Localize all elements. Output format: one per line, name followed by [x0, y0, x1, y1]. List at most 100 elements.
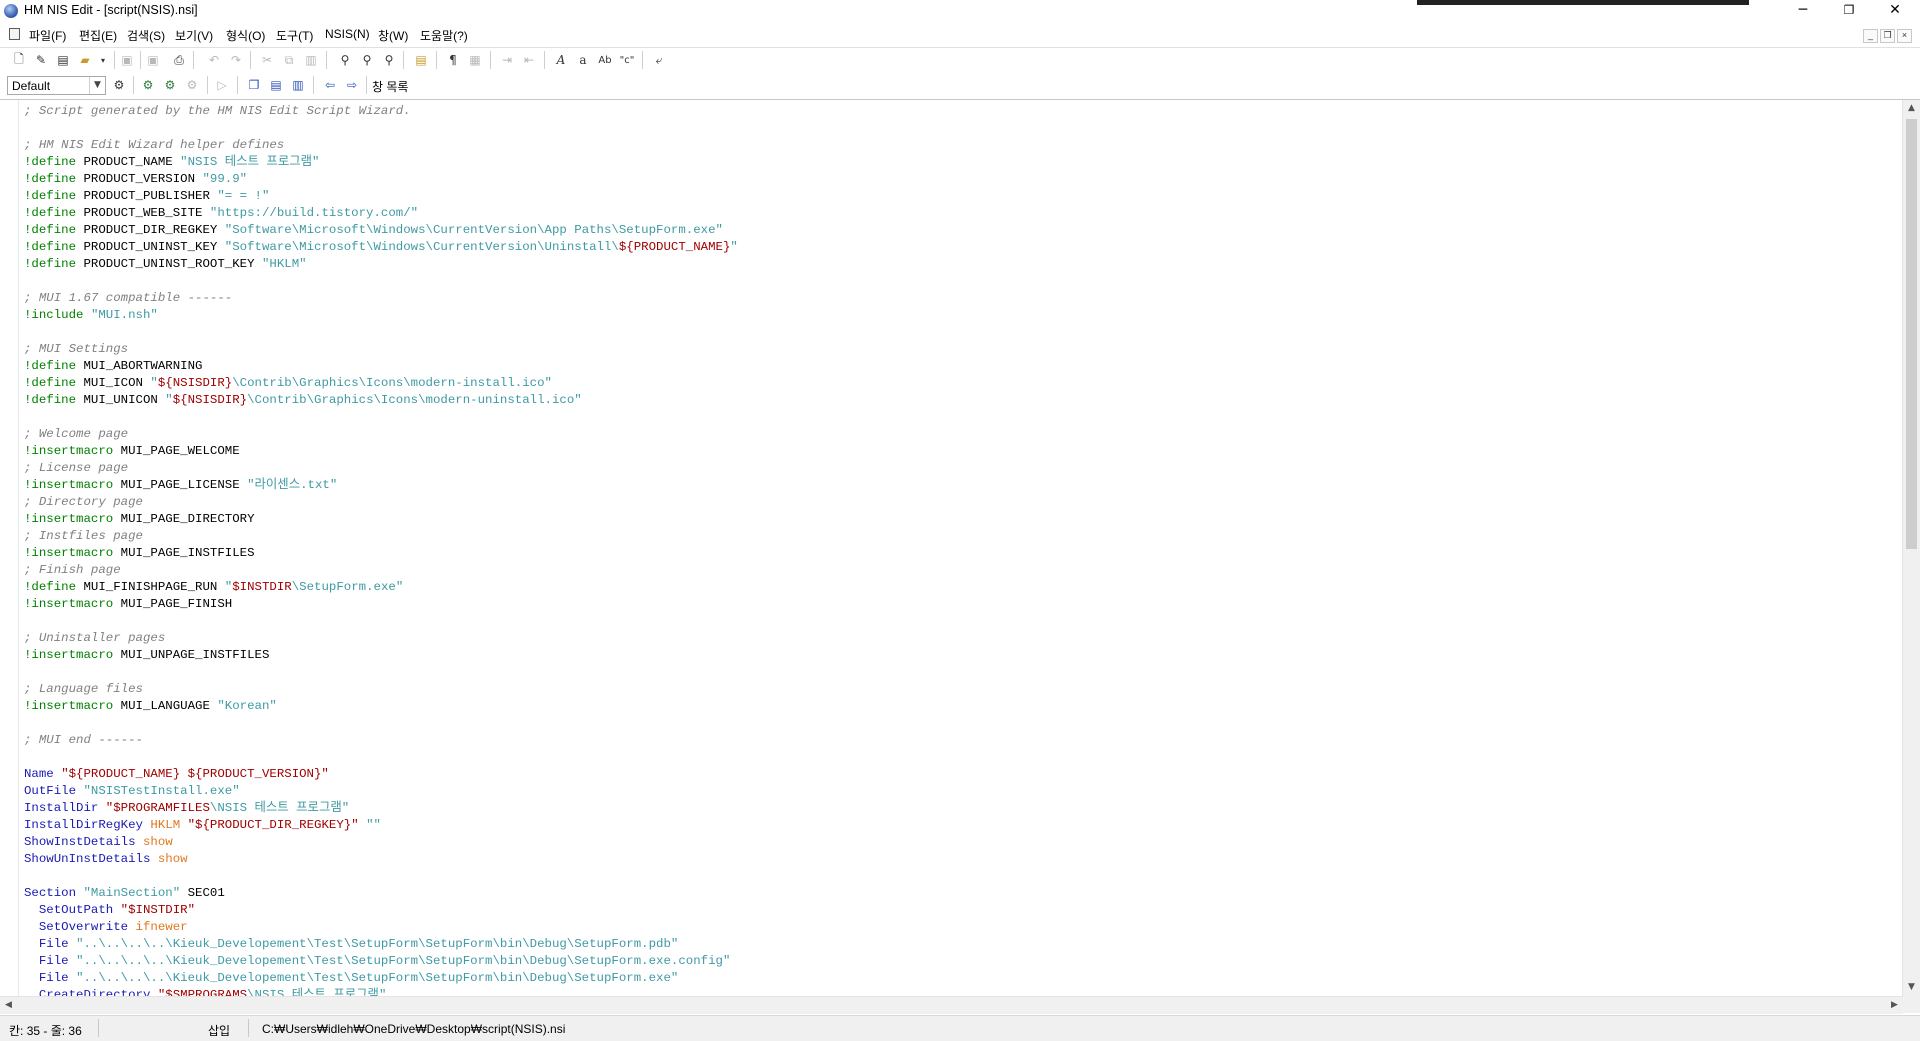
code-line[interactable]: !insertmacro MUI_PAGE_FINISH [24, 596, 738, 613]
code-line[interactable]: File "..\..\..\..\Kieuk_Developement\Tes… [24, 953, 738, 970]
mdi-restore-button[interactable]: ❐ [1880, 29, 1895, 43]
code-line[interactable]: ; MUI 1.67 compatible ------ [24, 290, 738, 307]
code-line[interactable] [24, 868, 738, 885]
scroll-left-icon[interactable]: ◀ [0, 997, 17, 1014]
code-line[interactable]: !define MUI_ICON "${NSISDIR}\Contrib\Gra… [24, 375, 738, 392]
style-combo[interactable]: Default ▼ [7, 76, 106, 95]
code-line[interactable]: InstallDirRegKey HKLM "${PRODUCT_DIR_REG… [24, 817, 738, 834]
outdent-icon[interactable]: ⇤ [520, 51, 538, 69]
mdi-minimize-button[interactable]: _ [1863, 29, 1878, 43]
code-line[interactable]: ; MUI end ------ [24, 732, 738, 749]
code-line[interactable]: !define MUI_UNICON "${NSISDIR}\Contrib\G… [24, 392, 738, 409]
menu-nsis[interactable]: NSIS(N) [325, 27, 370, 41]
code-line[interactable]: ; HM NIS Edit Wizard helper defines [24, 137, 738, 154]
code-line[interactable]: !define PRODUCT_WEB_SITE "https://build.… [24, 205, 738, 222]
indent-icon[interactable]: ⇥ [498, 51, 516, 69]
code-line[interactable]: ; MUI Settings [24, 341, 738, 358]
code-line[interactable]: File "..\..\..\..\Kieuk_Developement\Tes… [24, 970, 738, 987]
code-line[interactable]: File "..\..\..\..\Kieuk_Developement\Tes… [24, 936, 738, 953]
code-line[interactable] [24, 324, 738, 341]
code-line[interactable]: Name "${PRODUCT_NAME} ${PRODUCT_VERSION}… [24, 766, 738, 783]
word-wrap-icon[interactable]: ▦ [466, 51, 484, 69]
cascade-icon[interactable]: ❐ [245, 76, 263, 94]
uppercase-icon[interactable]: A [552, 51, 570, 69]
code-line[interactable]: Section "MainSection" SEC01 [24, 885, 738, 902]
close-button[interactable]: ✕ [1872, 0, 1918, 22]
wizard-icon[interactable]: ✎ [32, 51, 50, 69]
menu-window[interactable]: 창(W) [378, 27, 408, 44]
menu-file[interactable]: 파일(F) [29, 27, 66, 44]
code-line[interactable] [24, 613, 738, 630]
quote-icon[interactable]: "c" [618, 51, 636, 69]
redo-icon[interactable]: ↷ [227, 51, 245, 69]
code-line[interactable]: !insertmacro MUI_PAGE_DIRECTORY [24, 511, 738, 528]
code-line[interactable]: !insertmacro MUI_LANGUAGE "Korean" [24, 698, 738, 715]
code-line[interactable]: !define PRODUCT_VERSION "99.9" [24, 171, 738, 188]
print-icon[interactable]: ⎙ [170, 51, 188, 69]
tile-horizontal-icon[interactable]: ▤ [267, 76, 285, 94]
code-line[interactable]: !insertmacro MUI_PAGE_INSTFILES [24, 545, 738, 562]
code-line[interactable] [24, 120, 738, 137]
replace-icon[interactable]: ⚲ [380, 51, 398, 69]
chevron-down-icon[interactable]: ▼ [89, 77, 105, 94]
scroll-down-icon[interactable]: ▼ [1903, 979, 1920, 996]
minimize-button[interactable]: ─ [1780, 0, 1826, 22]
code-line[interactable]: !define PRODUCT_UNINST_ROOT_KEY "HKLM" [24, 256, 738, 273]
code-line[interactable]: ; Script generated by the HM NIS Edit Sc… [24, 103, 738, 120]
template-icon[interactable]: ▤ [54, 51, 72, 69]
undo-icon[interactable]: ↶ [205, 51, 223, 69]
code-line[interactable]: ; Instfiles page [24, 528, 738, 545]
code-line[interactable] [24, 749, 738, 766]
open-folder-icon[interactable]: ▰ [76, 51, 94, 69]
menu-format[interactable]: 형식(O) [226, 27, 265, 44]
document-icon[interactable] [9, 28, 20, 40]
code-line[interactable]: !include "MUI.nsh" [24, 307, 738, 324]
code-line[interactable]: !define PRODUCT_DIR_REGKEY "Software\Mic… [24, 222, 738, 239]
code-editor[interactable]: ; Script generated by the HM NIS Edit Sc… [0, 100, 1920, 996]
code-line[interactable]: OutFile "NSISTestInstall.exe" [24, 783, 738, 800]
code-line[interactable] [24, 409, 738, 426]
next-window-icon[interactable]: ⇨ [343, 76, 361, 94]
vertical-scrollbar[interactable]: ▲ ▼ [1902, 100, 1920, 996]
window-list-button[interactable]: 창 목록 [372, 78, 408, 95]
code-line[interactable] [24, 273, 738, 290]
wrap-text-icon[interactable]: ⤶ [650, 51, 668, 69]
style-settings-icon[interactable]: ⚙ [110, 76, 128, 94]
run-icon[interactable]: ▷ [213, 76, 231, 94]
find-icon[interactable]: ⚲ [336, 51, 354, 69]
code-line[interactable]: ShowUnInstDetails show [24, 851, 738, 868]
scroll-right-icon[interactable]: ▶ [1886, 997, 1903, 1014]
code-line[interactable]: !insertmacro MUI_PAGE_WELCOME [24, 443, 738, 460]
find-next-icon[interactable]: ⚲ [358, 51, 376, 69]
lowercase-icon[interactable]: a [574, 51, 592, 69]
code-line[interactable] [24, 715, 738, 732]
code-line[interactable]: ; Welcome page [24, 426, 738, 443]
code-line[interactable]: ; License page [24, 460, 738, 477]
maximize-button[interactable]: ❐ [1826, 0, 1872, 22]
code-line[interactable]: SetOverwrite ifnewer [24, 919, 738, 936]
menu-tools[interactable]: 도구(T) [276, 27, 313, 44]
horizontal-scrollbar[interactable]: ◀ ▶ [0, 996, 1903, 1014]
pilcrow-icon[interactable]: ¶ [444, 51, 462, 69]
goto-icon[interactable]: ▤ [412, 51, 430, 69]
code-line[interactable]: !define PRODUCT_UNINST_KEY "Software\Mic… [24, 239, 738, 256]
open-dropdown-icon[interactable]: ▾ [94, 51, 112, 69]
code-line[interactable]: !define MUI_FINISHPAGE_RUN "$INSTDIR\Set… [24, 579, 738, 596]
code-line[interactable]: ; Uninstaller pages [24, 630, 738, 647]
menu-help[interactable]: 도움말(?) [420, 27, 468, 44]
code-line[interactable]: SetOutPath "$INSTDIR" [24, 902, 738, 919]
code-line[interactable]: ; Directory page [24, 494, 738, 511]
code-line[interactable] [24, 664, 738, 681]
code-line[interactable]: !define PRODUCT_PUBLISHER "= = !" [24, 188, 738, 205]
save-all-icon[interactable]: ▣ [144, 51, 162, 69]
vertical-scroll-thumb[interactable] [1906, 119, 1917, 549]
copy-icon[interactable]: ⧉ [280, 51, 298, 69]
mdi-close-button[interactable]: × [1897, 29, 1912, 43]
code-line[interactable]: !define MUI_ABORTWARNING [24, 358, 738, 375]
code-line[interactable]: !insertmacro MUI_UNPAGE_INSTFILES [24, 647, 738, 664]
save-icon[interactable]: ▣ [118, 51, 136, 69]
previous-window-icon[interactable]: ⇦ [321, 76, 339, 94]
code-line[interactable]: !define PRODUCT_NAME "NSIS 테스트 프로그램" [24, 154, 738, 171]
code-line[interactable]: ; Finish page [24, 562, 738, 579]
code-line[interactable]: InstallDir "$PROGRAMFILES\NSIS 테스트 프로그램" [24, 800, 738, 817]
